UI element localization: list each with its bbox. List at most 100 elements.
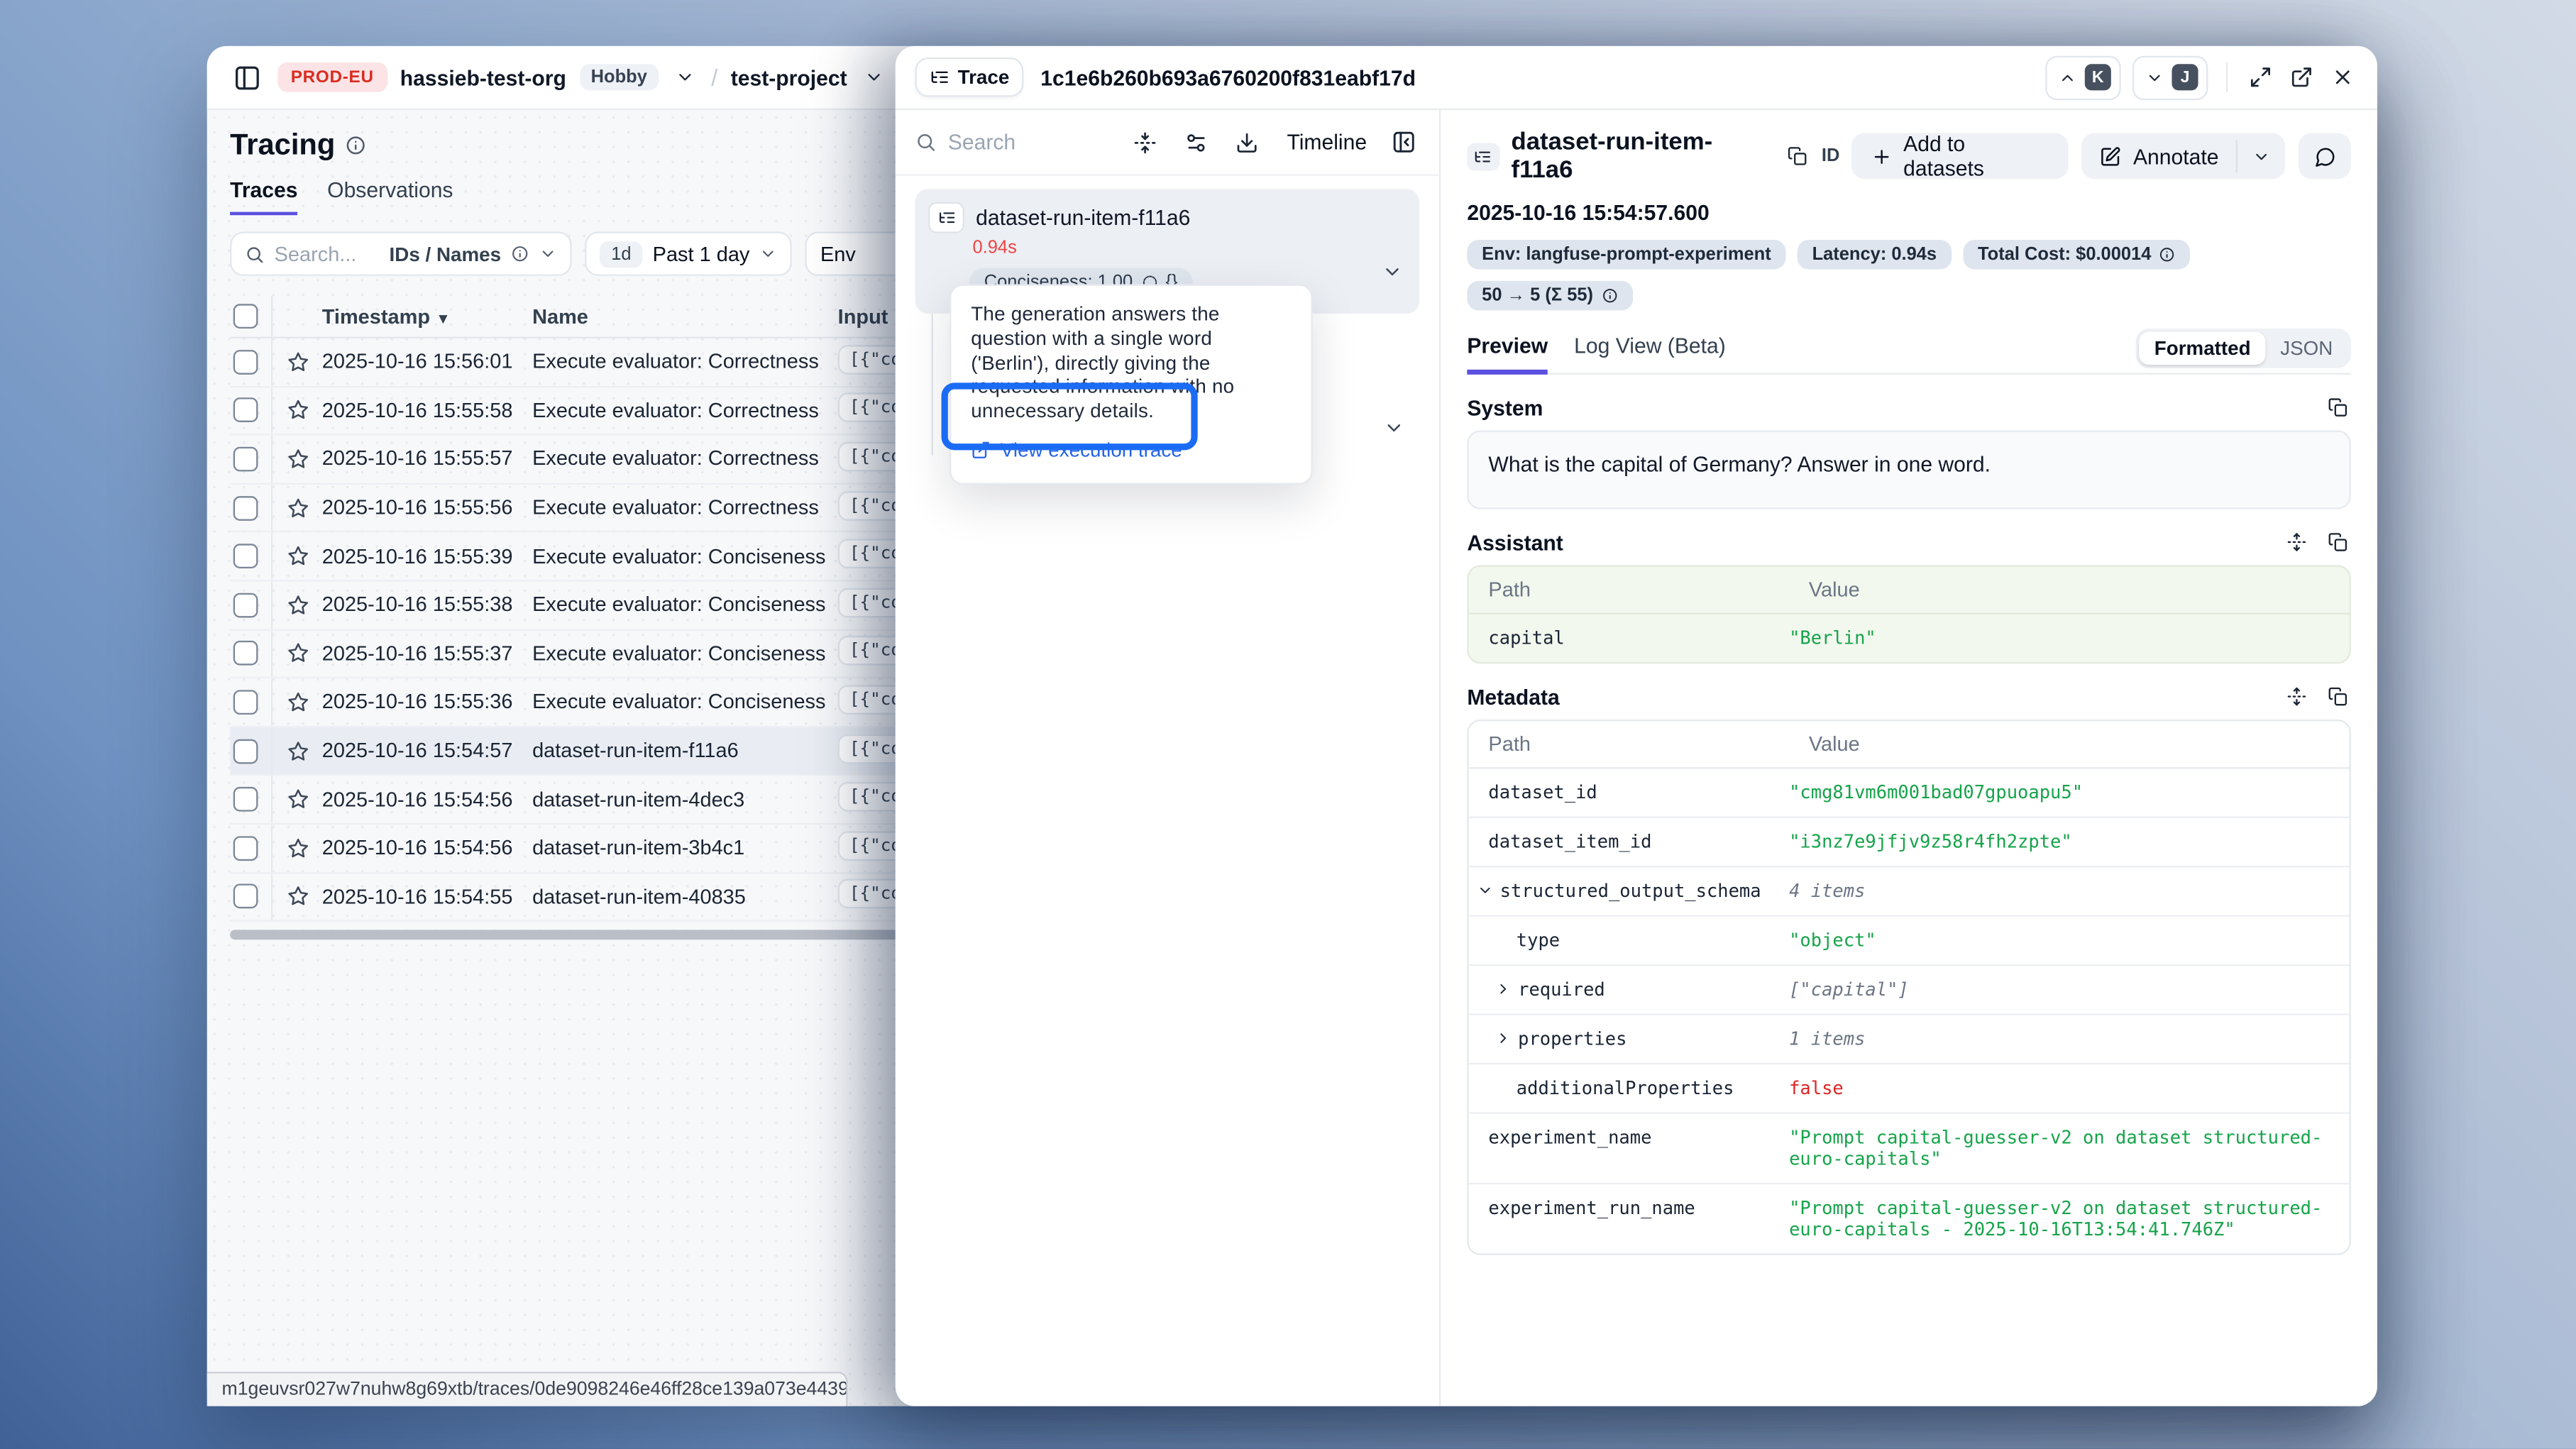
time-range-label: Past 1 day (653, 242, 750, 265)
row-name: dataset-run-item-3b4c1 (532, 837, 835, 859)
kv-value: "Prompt capital-guesser-v2 on dataset st… (1789, 1198, 2349, 1240)
star-icon[interactable] (273, 789, 321, 810)
search-placeholder: Search... (275, 242, 380, 265)
search-scope-info-icon (511, 245, 529, 263)
time-range-chevron-icon (759, 245, 777, 263)
star-icon[interactable] (273, 886, 321, 908)
kv-row: dataset_id "cmg81vm6m001bad07gpuoapu5" (1469, 768, 2350, 817)
star-icon[interactable] (273, 692, 321, 713)
settings-sliders-icon[interactable] (1182, 127, 1211, 157)
kv-path: dataset_id (1488, 782, 1597, 803)
row-checkbox[interactable] (233, 641, 258, 666)
row-checkbox[interactable] (233, 350, 258, 375)
nav-down-button[interactable]: J (2132, 55, 2208, 100)
comments-button[interactable] (2299, 133, 2351, 180)
kv-value: ["capital"] (1789, 979, 2349, 1001)
search-input[interactable]: Search... IDs / Names (230, 231, 572, 276)
fold-vertical-icon[interactable] (1131, 127, 1161, 157)
row-checkbox[interactable] (233, 544, 258, 569)
sidebar-toggle-icon[interactable] (230, 60, 265, 94)
row-checkbox[interactable] (233, 398, 258, 423)
unfold-vertical-icon[interactable] (2284, 683, 2310, 710)
copy-icon[interactable] (2325, 395, 2351, 421)
row-checkbox[interactable] (233, 690, 258, 715)
panel-collapse-icon[interactable] (1388, 126, 1419, 158)
unfold-vertical-icon[interactable] (2284, 529, 2310, 555)
value-header: Value (1809, 578, 2350, 601)
time-range-button[interactable]: 1d Past 1 day (585, 231, 792, 276)
add-to-datasets-button[interactable]: Add to datasets (1851, 133, 2069, 180)
row-checkbox[interactable] (233, 739, 258, 764)
star-icon[interactable] (273, 643, 321, 664)
expand-chevron-icon[interactable] (1495, 981, 1512, 997)
expand-chevron-icon[interactable] (1495, 1030, 1512, 1047)
observation-detail-panel: dataset-run-item-f11a6 ID Add to dataset… (1441, 110, 2377, 1406)
column-timestamp[interactable]: Timestamp ▼ (322, 304, 532, 327)
detail-tabs: Preview Log View (Beta) Formatted JSON (1467, 329, 2350, 375)
row-timestamp: 2025-10-16 15:54:56 (322, 837, 532, 859)
expand-chevron-icon[interactable] (1477, 882, 1493, 898)
metric-badge: Env: langfuse-prompt-experiment (1467, 240, 1785, 270)
tab-observations[interactable]: Observations (327, 177, 453, 215)
row-timestamp: 2025-10-16 15:55:39 (322, 545, 532, 568)
copy-icon[interactable] (2325, 529, 2351, 555)
kv-value: "i3nz7e9jfjv9z58r4fh2zpte" (1789, 831, 2349, 852)
system-message: What is the capital of Germany? Answer i… (1467, 431, 2350, 509)
search-scope-chevron-icon[interactable] (539, 245, 556, 263)
tab-traces[interactable]: Traces (230, 177, 297, 215)
star-icon[interactable] (273, 595, 321, 616)
org-name[interactable]: hassieb-test-org (400, 65, 566, 89)
close-icon[interactable] (2328, 62, 2357, 92)
expand-icon[interactable] (2246, 62, 2276, 92)
row-checkbox[interactable] (233, 495, 258, 520)
tab-preview[interactable]: Preview (1467, 334, 1548, 375)
star-icon[interactable] (273, 400, 321, 421)
tree-search-input[interactable]: Search (915, 130, 1015, 155)
kv-path: capital (1488, 627, 1564, 649)
collapse-chevron-icon[interactable] (1382, 261, 1403, 282)
star-icon[interactable] (273, 497, 321, 518)
peek-header: Trace 1c1e6b260b693a6760200f831eabf17d K… (896, 46, 2377, 110)
row-timestamp: 2025-10-16 15:55:38 (322, 593, 532, 616)
copy-icon[interactable] (1784, 143, 1810, 169)
kv-path: required (1518, 979, 1605, 1001)
info-icon (2159, 246, 2176, 263)
column-name[interactable]: Name (532, 304, 835, 327)
copy-icon[interactable] (2325, 683, 2351, 710)
timeline-toggle[interactable]: Timeline (1287, 130, 1367, 155)
annotate-button[interactable]: Annotate (2082, 133, 2237, 180)
nav-up-button[interactable]: K (2045, 55, 2120, 100)
star-icon[interactable] (273, 351, 321, 373)
row-checkbox[interactable] (233, 593, 258, 617)
select-all-checkbox[interactable] (233, 304, 258, 329)
toggle-formatted[interactable]: Formatted (2140, 332, 2265, 365)
row-timestamp: 2025-10-16 15:54:56 (322, 788, 532, 810)
open-external-icon[interactable] (2287, 62, 2317, 92)
star-icon[interactable] (273, 837, 321, 859)
kv-value: "Berlin" (1789, 627, 2349, 649)
metadata-table: Path Value dataset_id "cmg81vm6m001bad07… (1467, 720, 2350, 1255)
view-execution-trace-link[interactable]: View execution trace (971, 439, 1291, 461)
row-name: Execute evaluator: Correctness (532, 351, 835, 373)
collapse-chevron-icon-2[interactable] (1383, 417, 1404, 439)
star-icon[interactable] (273, 740, 321, 761)
kv-value: 4 items (1789, 881, 2349, 902)
star-icon[interactable] (273, 448, 321, 470)
annotate-dropdown-chevron[interactable] (2238, 133, 2286, 180)
score-tooltip: The generation answers the question with… (950, 285, 1313, 485)
org-chevron-down-icon[interactable] (672, 64, 698, 90)
row-checkbox[interactable] (233, 836, 258, 861)
tab-log-view[interactable]: Log View (Beta) (1574, 334, 1726, 375)
toggle-json[interactable]: JSON (2265, 332, 2347, 365)
browser-status-url: m1geuvsr027w7nuhw8g69xtb/traces/0de90982… (207, 1372, 848, 1406)
row-checkbox[interactable] (233, 447, 258, 472)
download-icon[interactable] (1233, 127, 1262, 157)
star-icon[interactable] (273, 546, 321, 567)
row-checkbox[interactable] (233, 787, 258, 812)
project-name[interactable]: test-project (731, 65, 847, 89)
breadcrumb-separator: / (711, 64, 717, 90)
row-checkbox[interactable] (233, 884, 258, 909)
id-label[interactable]: ID (1822, 146, 1839, 166)
project-chevron-down-icon[interactable] (860, 64, 886, 90)
search-scope-label[interactable]: IDs / Names (390, 242, 502, 265)
